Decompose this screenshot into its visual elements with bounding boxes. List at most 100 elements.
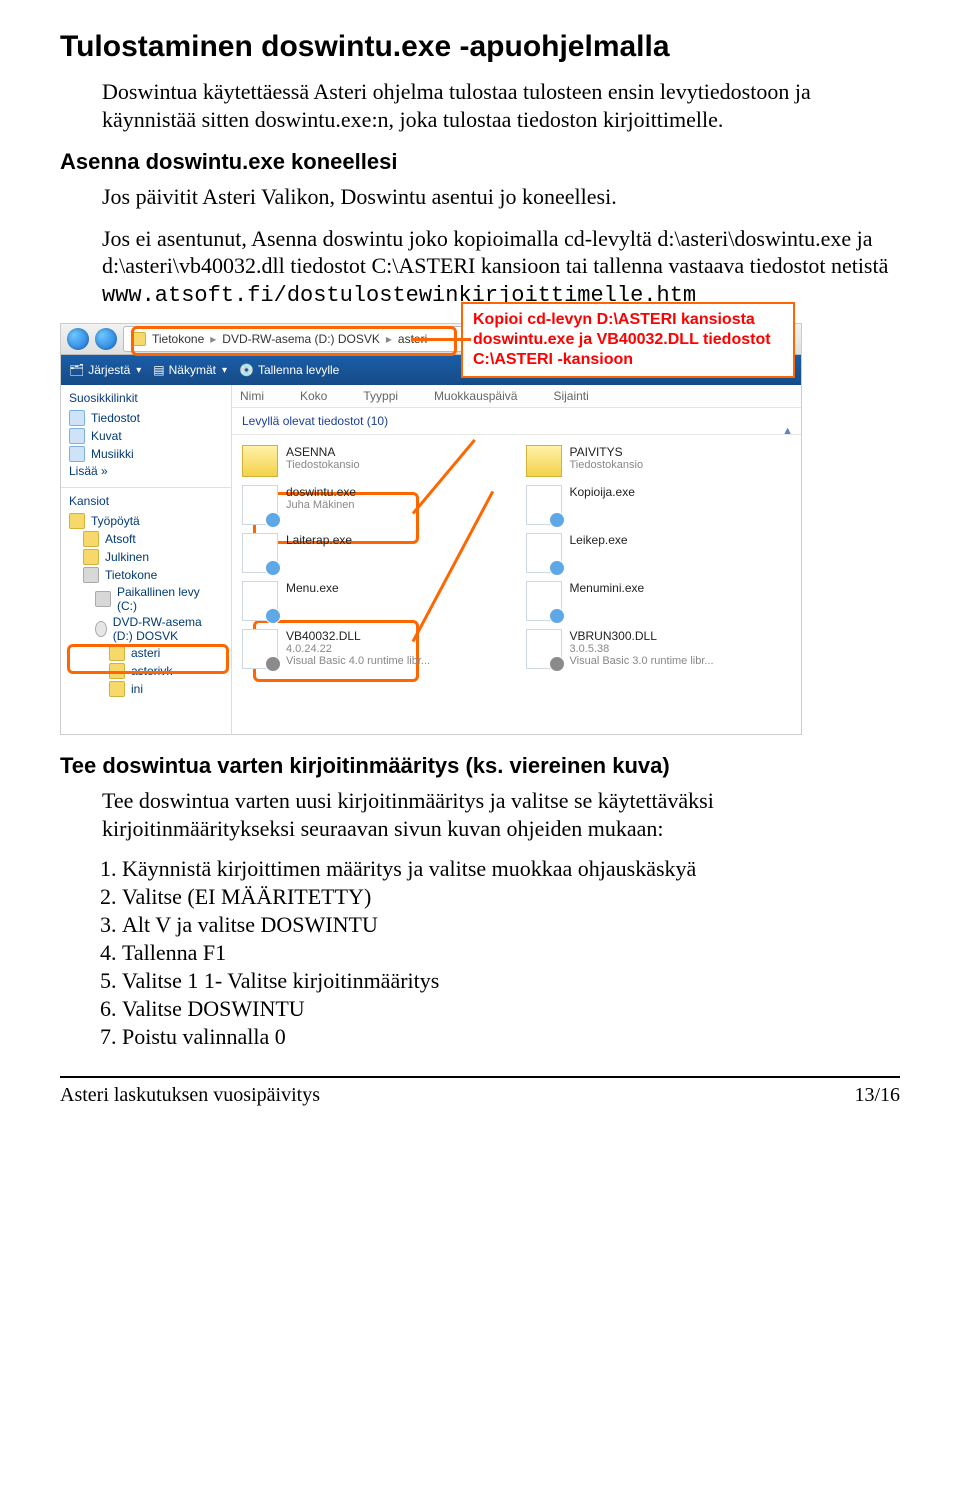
btn-burn[interactable]: 💿 Tallenna levylle <box>239 363 339 377</box>
exe-icon <box>526 581 562 621</box>
printerdef-steps: Käynnistä kirjoittimen määritys ja valit… <box>102 856 900 1050</box>
tree-dvd-label: DVD-RW-asema (D:) DOSVK <box>113 615 223 643</box>
file-item[interactable]: Menu.exe <box>242 581 508 621</box>
tree-localdisk[interactable]: Paikallinen levy (C:) <box>95 584 223 614</box>
file-name: Kopioija.exe <box>570 485 635 499</box>
file-subtext: Tiedostokansio <box>286 459 360 471</box>
file-name: Laiterap.exe <box>286 533 352 547</box>
tree-public[interactable]: Julkinen <box>83 548 223 566</box>
file-item[interactable]: doswintu.exeJuha Mäkinen <box>242 485 508 525</box>
folder-icon <box>109 681 125 697</box>
breadcrumb-2: DVD-RW-asema (D:) DOSVK <box>222 332 380 346</box>
file-label: VBRUN300.DLL3.0.5.38Visual Basic 3.0 run… <box>570 629 714 667</box>
breadcrumb-3: asteri <box>398 332 427 346</box>
file-name: Menu.exe <box>286 581 339 595</box>
file-name: ASENNA <box>286 445 360 459</box>
tree-asterivk-label: asterivk <box>131 664 172 678</box>
folder-icon <box>109 663 125 679</box>
btn-views[interactable]: ▤ Näkymät▾ <box>153 363 227 377</box>
nav-forward-button[interactable] <box>95 328 117 350</box>
fav-title: Suosikkilinkit <box>69 391 223 405</box>
explorer-screenshot: Kopioi cd-levyn D:\ASTERI kansiosta dosw… <box>60 323 802 735</box>
file-label: Leikep.exe <box>570 533 628 547</box>
file-item[interactable]: VB40032.DLL4.0.24.22Visual Basic 4.0 run… <box>242 629 508 669</box>
file-subtext: Tiedostokansio <box>570 459 644 471</box>
tree-computer[interactable]: Tietokone <box>83 566 223 584</box>
fav-music[interactable]: Musiikki <box>69 445 223 463</box>
file-name: Menumini.exe <box>570 581 645 595</box>
explorer-right-panel: Nimi Koko Tyyppi Muokkauspäivä Sijainti … <box>232 385 801 735</box>
file-label: Menumini.exe <box>570 581 645 595</box>
btn-organize[interactable]: 🗂 Järjestä▾ <box>69 363 141 377</box>
tree-desktop-label: Työpöytä <box>91 514 140 528</box>
file-item[interactable]: Laiterap.exe <box>242 533 508 573</box>
install-paragraph-2: Jos ei asentunut, Asenna doswintu joko k… <box>102 225 900 310</box>
file-label: Laiterap.exe <box>286 533 352 547</box>
step-item: Käynnistä kirjoittimen määritys ja valit… <box>122 856 900 882</box>
tree-atsoft[interactable]: Atsoft <box>83 530 223 548</box>
file-subtext: Juha Mäkinen <box>286 499 356 511</box>
callout-text: Kopioi cd-levyn D:\ASTERI kansiosta dosw… <box>473 311 771 368</box>
fav-pictures[interactable]: Kuvat <box>69 427 223 445</box>
fav-docs[interactable]: Tiedostot <box>69 409 223 427</box>
file-item[interactable]: ASENNATiedostokansio <box>242 445 508 477</box>
file-name: VBRUN300.DLL <box>570 629 714 643</box>
folder-icon <box>109 645 125 661</box>
step-item: Alt V ja valitse DOSWINTU <box>122 912 900 938</box>
file-item[interactable]: PAIVITYSTiedostokansio <box>526 445 792 477</box>
tree-computer-label: Tietokone <box>105 568 157 582</box>
tree-desktop[interactable]: Työpöytä <box>69 512 223 530</box>
install-paragraph-2-text: Jos ei asentunut, Asenna doswintu joko k… <box>102 226 888 279</box>
file-item[interactable]: VBRUN300.DLL3.0.5.38Visual Basic 3.0 run… <box>526 629 792 669</box>
intro-paragraph: Doswintua käytettäessä Asteri ohjelma tu… <box>102 78 900 133</box>
collapse-group-icon[interactable]: ▲ <box>782 425 793 437</box>
footer-left: Asteri laskutuksen vuosipäivitys <box>60 1084 320 1107</box>
file-item[interactable]: Kopioija.exe <box>526 485 792 525</box>
section-install-heading: Asenna doswintu.exe koneellesi <box>60 149 900 175</box>
folders-title: Kansiot <box>69 494 223 508</box>
organize-icon: 🗂 <box>69 363 84 377</box>
callout-box: Kopioi cd-levyn D:\ASTERI kansiosta dosw… <box>461 302 795 378</box>
step-item: Valitse 1 1- Valitse kirjoitinmääritys <box>122 968 900 994</box>
folder-icon <box>526 445 562 477</box>
file-subtext: 3.0.5.38 <box>570 643 714 655</box>
file-subtext: 4.0.24.22 <box>286 643 430 655</box>
tree-asteri[interactable]: asteri <box>109 644 223 662</box>
cd-icon <box>95 621 107 637</box>
col-loc: Sijainti <box>553 389 588 403</box>
views-label: Näkymät <box>169 363 216 377</box>
dll-icon <box>526 629 562 669</box>
file-name: doswintu.exe <box>286 485 356 499</box>
printerdef-intro: Tee doswintua varten uusi kirjoitinmääri… <box>102 787 900 842</box>
burn-label: Tallenna levylle <box>258 363 339 377</box>
exe-icon <box>242 533 278 573</box>
footer-right: 13/16 <box>854 1084 900 1107</box>
pictures-icon <box>69 428 85 444</box>
tree-asterivk[interactable]: asterivk <box>109 662 223 680</box>
install-paragraph-1: Jos päivitit Asteri Valikon, Doswintu as… <box>102 183 900 211</box>
tree-dvd[interactable]: DVD-RW-asema (D:) DOSVK <box>95 614 223 644</box>
col-size: Koko <box>300 389 327 403</box>
column-headers[interactable]: Nimi Koko Tyyppi Muokkauspäivä Sijainti <box>232 385 801 408</box>
music-icon <box>69 446 85 462</box>
nav-back-button[interactable] <box>67 328 89 350</box>
col-date: Muokkauspäivä <box>434 389 517 403</box>
file-name: PAIVITYS <box>570 445 644 459</box>
folder-icon <box>83 549 99 565</box>
tree-ini-label: ini <box>131 682 143 696</box>
folder-icon <box>242 445 278 477</box>
organize-label: Järjestä <box>88 363 130 377</box>
exe-icon <box>242 581 278 621</box>
section-printerdef-heading: Tee doswintua varten kirjoitinmääritys (… <box>60 753 900 779</box>
fav-more[interactable]: Lisää » <box>69 463 223 479</box>
exe-icon <box>526 533 562 573</box>
file-name: Leikep.exe <box>570 533 628 547</box>
group-header[interactable]: Levyllä olevat tiedostot (10) <box>232 408 801 435</box>
tree-asteri-label: asteri <box>131 646 160 660</box>
exe-icon <box>242 485 278 525</box>
tree-ini[interactable]: ini <box>109 680 223 698</box>
file-item[interactable]: Leikep.exe <box>526 533 792 573</box>
file-label: ASENNATiedostokansio <box>286 445 360 471</box>
breadcrumb-1: Tietokone <box>152 332 204 346</box>
file-item[interactable]: Menumini.exe <box>526 581 792 621</box>
